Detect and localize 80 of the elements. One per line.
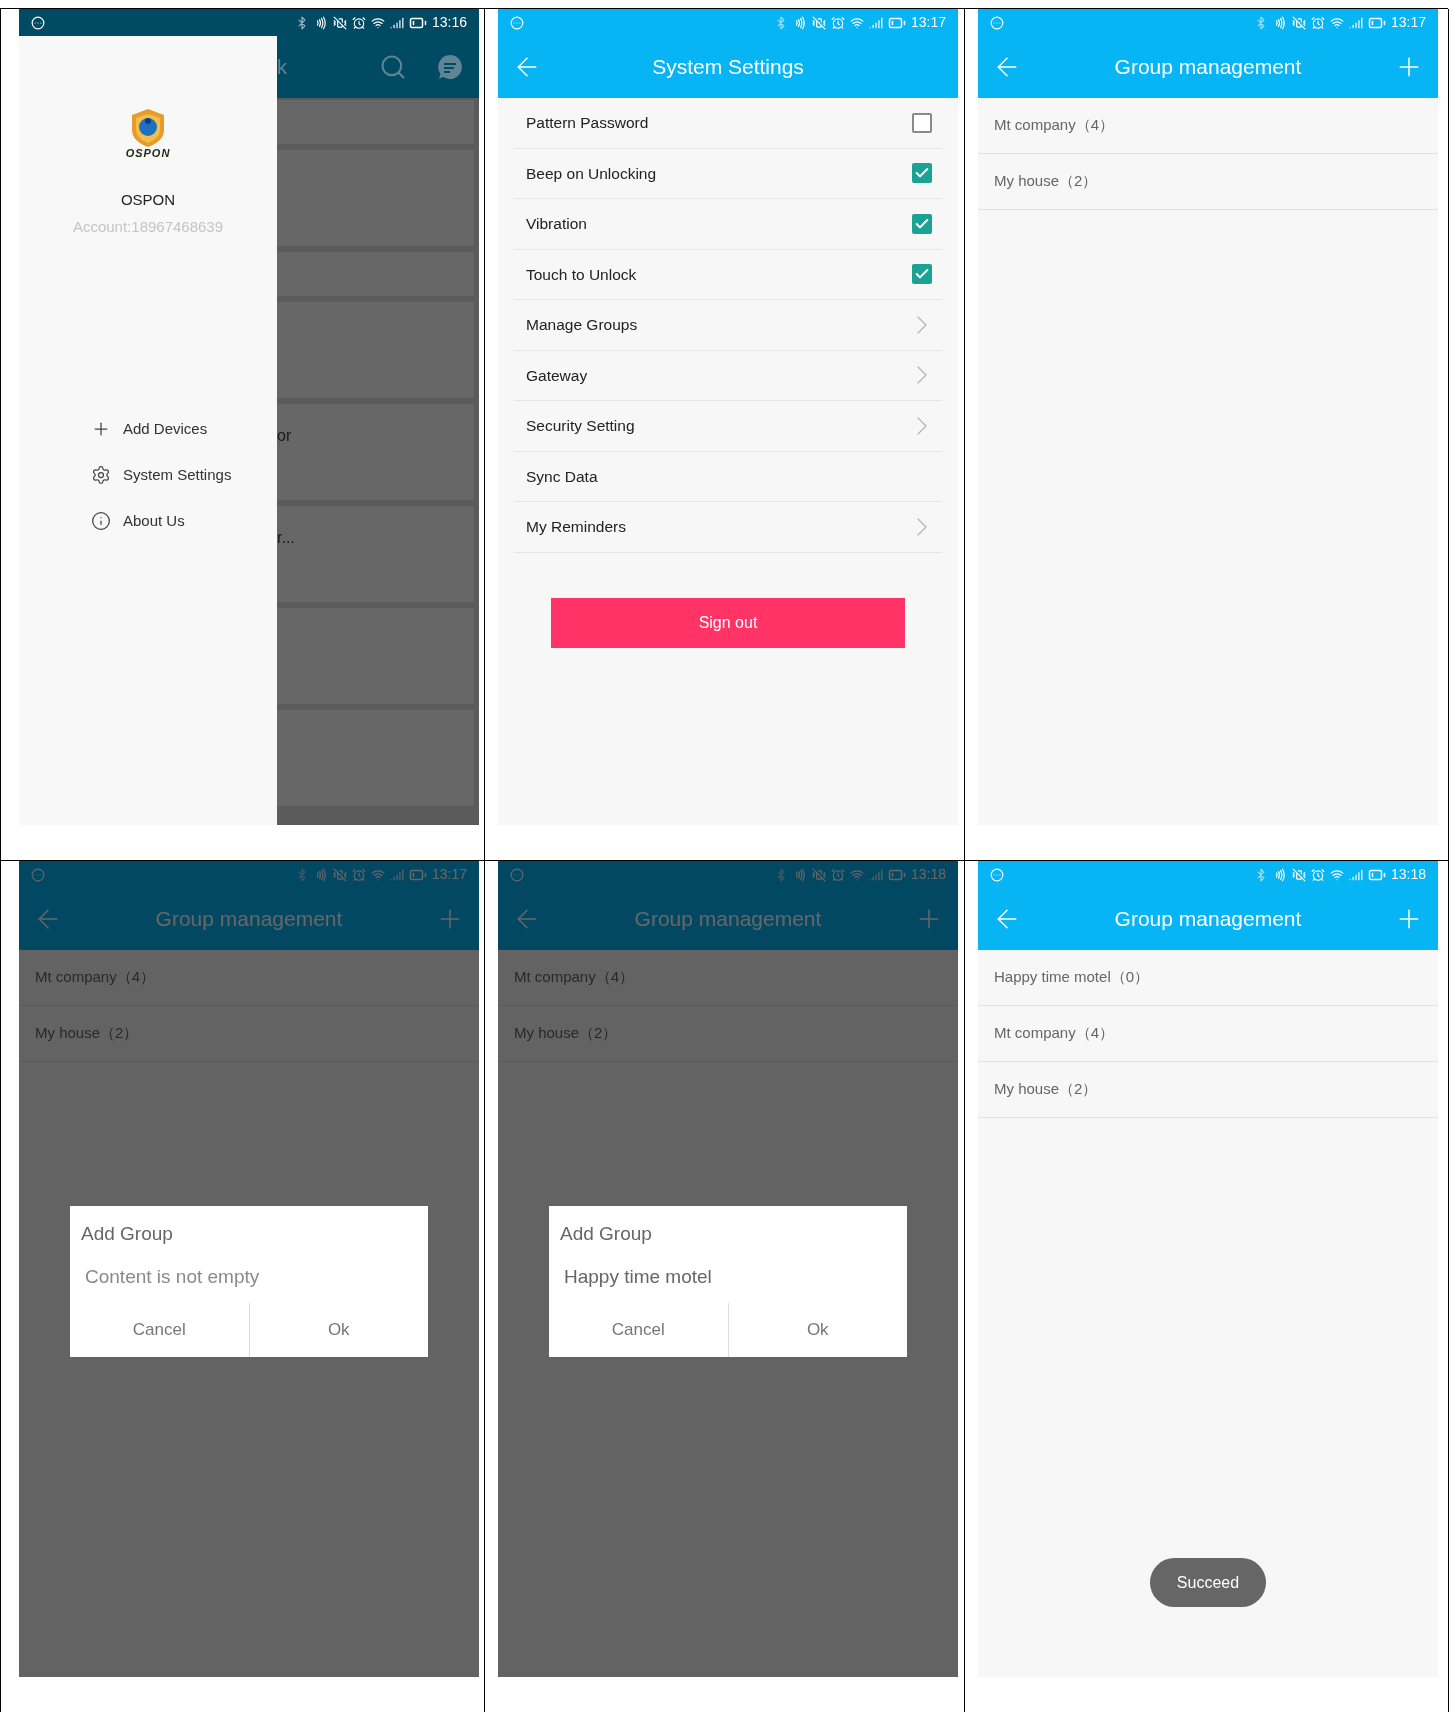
- wifi-icon: [370, 15, 385, 30]
- gear-icon: [91, 465, 111, 485]
- alarm-icon: [1310, 15, 1325, 30]
- app-name: OSPON: [120, 190, 176, 210]
- vibrate-off-icon: [811, 15, 826, 30]
- settings-menu-item[interactable]: Security Setting: [514, 401, 942, 452]
- signal-icon: [1348, 15, 1363, 30]
- ellipsis-circle-icon: [990, 867, 1004, 882]
- vibrate-off-icon: [332, 867, 347, 882]
- group-list-item[interactable]: My house（2）: [978, 154, 1438, 210]
- group-list-item[interactable]: Mt company（4）: [978, 1006, 1438, 1062]
- signal-icon: [868, 867, 883, 882]
- settings-menu-item[interactable]: Sync Data: [514, 451, 942, 502]
- alarm-icon: [830, 15, 845, 30]
- screen-title: System Settings: [651, 54, 805, 81]
- setting-label: Vibration: [526, 214, 588, 235]
- wifi-icon: [1329, 867, 1344, 882]
- screen-title: Group management: [154, 906, 344, 933]
- ellipsis-circle-icon: [990, 15, 1004, 30]
- info-icon: [91, 511, 111, 531]
- vibrate-off-icon: [332, 15, 347, 30]
- dialog-title: Add Group: [80, 1222, 174, 1246]
- sign-out-button[interactable]: Sign out: [551, 597, 905, 648]
- cancel-button[interactable]: Cancel: [70, 1302, 250, 1357]
- status-time: 13:17: [1390, 13, 1426, 32]
- ellipsis-circle-icon: [510, 15, 524, 30]
- cancel-button[interactable]: Cancel: [549, 1302, 729, 1357]
- card-title-fragment: or: [277, 427, 292, 444]
- signal-icon: [389, 867, 404, 882]
- checkbox[interactable]: [912, 264, 932, 285]
- title-fragment: k: [277, 55, 287, 80]
- toast-message: Succeed: [1150, 1558, 1266, 1607]
- signal-icon: [389, 15, 404, 30]
- drawer-menu-item[interactable]: About Us: [91, 498, 232, 544]
- status-time: 13:17: [431, 865, 467, 884]
- settings-menu-item[interactable]: Manage Groups: [514, 300, 942, 351]
- screen-title: Group management: [1113, 54, 1303, 81]
- drawer-menu-item[interactable]: System Settings: [91, 452, 232, 498]
- ok-button[interactable]: Ok: [249, 1302, 428, 1357]
- settings-menu-item[interactable]: Gateway: [514, 350, 942, 401]
- checkbox[interactable]: [912, 213, 932, 234]
- alarm-icon: [1310, 867, 1325, 882]
- ellipsis-circle-icon: [31, 15, 45, 30]
- screen-title: Group management: [1113, 906, 1303, 933]
- alarm-icon: [351, 867, 366, 882]
- checkbox[interactable]: [912, 163, 932, 184]
- card-title-fragment: r...: [277, 529, 295, 546]
- ok-button[interactable]: Ok: [728, 1302, 907, 1357]
- settings-menu-item[interactable]: My Reminders: [514, 502, 942, 553]
- checkbox[interactable]: [912, 112, 932, 133]
- wifi-icon: [1329, 15, 1344, 30]
- chat-bubble-icon[interactable]: [437, 54, 463, 80]
- logo-wordmark: OSPON: [125, 148, 171, 159]
- alarm-icon: [830, 867, 845, 882]
- setting-label: Touch to Unlock: [526, 264, 638, 285]
- dialog-title: Add Group: [559, 1222, 653, 1246]
- ellipsis-circle-icon: [510, 867, 524, 882]
- status-time: 13:17: [910, 13, 946, 32]
- screen-title: Group management: [633, 906, 823, 933]
- wifi-icon: [849, 867, 864, 882]
- search-icon[interactable]: [379, 53, 407, 81]
- group-list-item[interactable]: Mt company（4）: [978, 98, 1438, 154]
- status-time: 13:18: [910, 865, 946, 884]
- vibrate-off-icon: [1291, 15, 1306, 30]
- setting-label: Pattern Password: [526, 113, 650, 134]
- wifi-icon: [849, 15, 864, 30]
- status-time: 13:16: [431, 13, 467, 32]
- vibrate-off-icon: [811, 867, 826, 882]
- signal-icon: [1348, 867, 1363, 882]
- drawer-menu-item[interactable]: Add Devices: [91, 406, 232, 452]
- group-list-item[interactable]: My house（2）: [978, 1062, 1438, 1118]
- status-time: 13:18: [1390, 865, 1426, 884]
- wifi-icon: [370, 867, 385, 882]
- group-list-item[interactable]: Happy time motel（0）: [978, 950, 1438, 1006]
- signal-icon: [868, 15, 883, 30]
- shield-logo-icon: [129, 108, 167, 148]
- setting-label: Beep on Unlocking: [526, 163, 658, 184]
- alarm-icon: [351, 15, 366, 30]
- vibrate-off-icon: [1291, 867, 1306, 882]
- ellipsis-circle-icon: [31, 867, 45, 882]
